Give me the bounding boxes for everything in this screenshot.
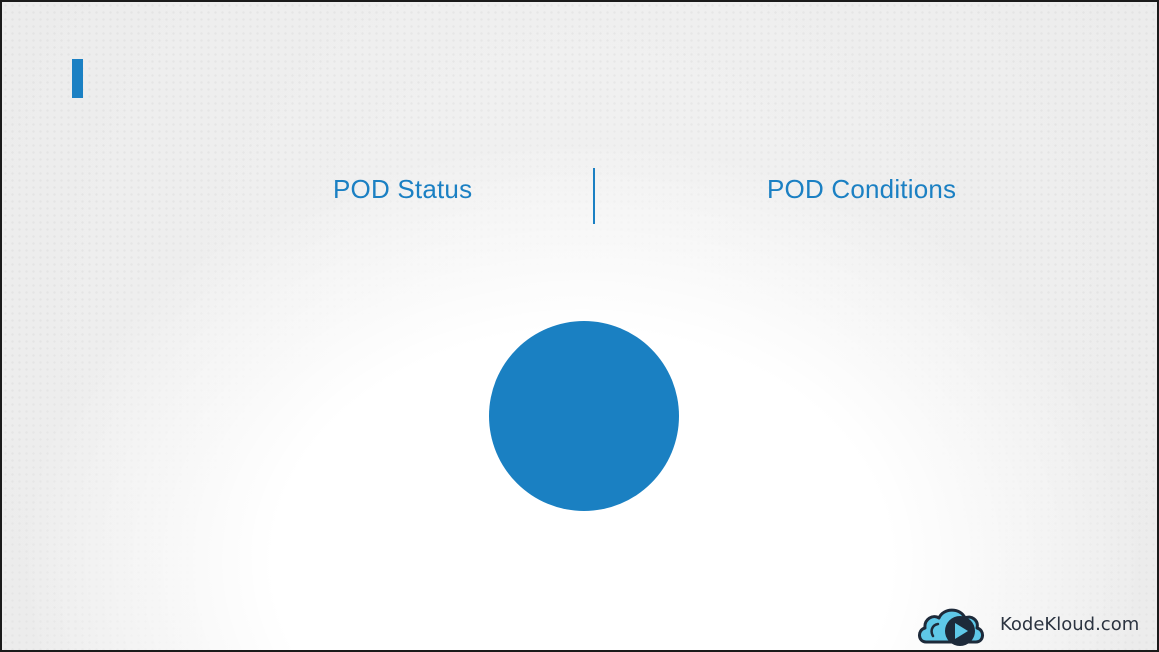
pod-circle — [489, 321, 679, 511]
pod-status-heading: POD Status — [333, 174, 473, 204]
heading-divider — [593, 168, 595, 224]
pod-conditions-heading: POD Conditions — [767, 174, 957, 204]
cloud-play-icon — [918, 608, 984, 646]
slide: POD Status POD Conditions KodeKloud.com — [0, 0, 1159, 652]
brand-footer: KodeKloud.com — [916, 600, 1139, 650]
brand-name: KodeKloud.com — [1000, 614, 1140, 635]
title-accent-bar — [72, 59, 83, 98]
